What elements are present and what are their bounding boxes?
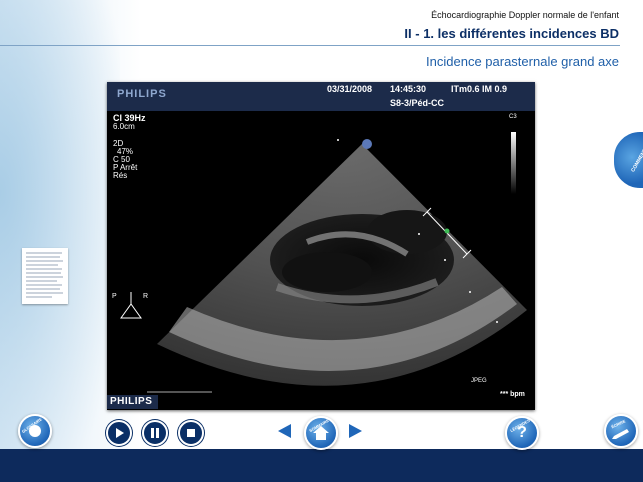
section-title: Incidence parasternale grand axe: [426, 54, 619, 69]
ci-value: CI 39Hz: [113, 113, 146, 123]
play-icon: [116, 428, 124, 438]
play-button[interactable]: [106, 420, 132, 446]
commentaires-label-icon: COMMENTAIRES: [630, 134, 643, 173]
pause-button[interactable]: [142, 420, 168, 446]
scan-time: 14:45:30: [390, 84, 427, 94]
scan-index: ITm0.6 IM 0.9: [451, 84, 508, 94]
stop-button[interactable]: [178, 420, 204, 446]
document-thumbnail[interactable]: [22, 248, 68, 304]
stop-icon: [187, 429, 195, 437]
pencil-icon: ÉCRIRE: [610, 418, 629, 439]
page-title: II - 1. les différentes incidences BD: [404, 26, 619, 41]
glossaire-button[interactable]: GLOSSAIRE: [18, 414, 52, 448]
legendes-label-icon: LÉGENDES: [509, 418, 531, 433]
viewer-brand-bottom: PHILIPS: [107, 395, 158, 409]
ecrire-button[interactable]: ÉCRIRE: [604, 414, 638, 448]
course-subtitle: Échocardiographie Doppler normale de l'e…: [431, 10, 619, 20]
ultrasound-image: [120, 139, 527, 393]
probe-label: S8-3/Péd-CC: [390, 98, 445, 108]
previous-arrow-button[interactable]: [278, 424, 291, 438]
orientation-p: P: [112, 293, 117, 300]
viewer-brand: PHILIPS: [117, 88, 167, 100]
commentaires-tab[interactable]: COMMENTAIRES: [612, 130, 643, 190]
grayscale-bar: [511, 132, 516, 194]
legendes-label: LÉGENDES: [509, 418, 531, 433]
legendes-button[interactable]: ? LÉGENDES: [505, 416, 539, 450]
depth-value: 6.0cm: [113, 122, 135, 131]
header-divider: [0, 45, 620, 46]
next-arrow-button[interactable]: [349, 424, 362, 438]
home-icon: SOMMAIRE: [308, 418, 330, 440]
document-lines-icon: [26, 252, 63, 298]
res-value: Rés: [113, 171, 128, 180]
ecrire-label: ÉCRIRE: [610, 418, 626, 429]
jpeg-label: JPEG: [471, 378, 487, 384]
c3-label: C3: [509, 114, 517, 120]
scan-date: 03/31/2008: [327, 84, 373, 94]
sommaire-button[interactable]: SOMMAIRE: [304, 416, 338, 450]
pause-icon: [151, 428, 159, 438]
background-decoration: [0, 0, 120, 482]
orientation-r: R: [143, 293, 149, 300]
bottom-bar: [0, 449, 643, 482]
ultrasound-viewer: PHILIPS 03/31/2008 14:45:30 ITm0.6 IM 0.…: [107, 82, 535, 410]
commentaires-label: COMMENTAIRES: [630, 134, 643, 173]
glossaire-icon: GLOSSAIRE: [21, 416, 43, 437]
bpm-label: *** bpm: [500, 391, 525, 398]
